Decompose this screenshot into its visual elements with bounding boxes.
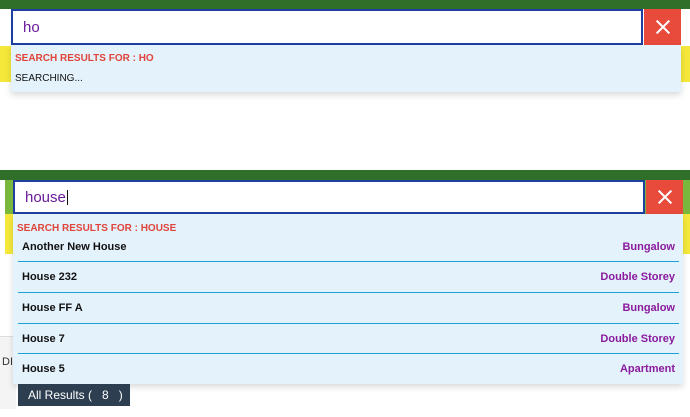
- result-name: House 5: [22, 363, 65, 375]
- all-results-button[interactable]: All Results ( 8 ): [18, 384, 130, 406]
- all-results-label: All Results (: [28, 388, 93, 402]
- list-item[interactable]: House FF A Bungalow: [18, 293, 679, 324]
- search-bar: house: [13, 180, 645, 214]
- result-name: Another New House: [22, 240, 127, 253]
- result-type: Bungalow: [622, 302, 675, 314]
- result-name: House 7: [22, 332, 65, 345]
- close-icon: [657, 189, 673, 205]
- close-icon: [655, 19, 671, 35]
- all-results-close: ): [118, 388, 123, 402]
- header-bar: [0, 0, 690, 9]
- result-name: House 232: [22, 271, 78, 283]
- accent-strip: [681, 46, 690, 82]
- list-item[interactable]: House 232 Double Storey: [18, 262, 679, 293]
- result-type: Double Storey: [600, 332, 675, 345]
- search-input[interactable]: [13, 11, 641, 43]
- background-text: DI: [2, 356, 13, 368]
- list-item[interactable]: Another New House Bungalow: [18, 232, 679, 262]
- accent-strip: [683, 214, 690, 254]
- close-search-button[interactable]: [646, 180, 683, 214]
- result-name: House FF A: [22, 302, 83, 314]
- header-bar: [0, 170, 690, 180]
- list-item[interactable]: House 5 Apartment: [18, 354, 679, 384]
- result-type: Bungalow: [622, 240, 675, 253]
- result-type: Apartment: [619, 363, 675, 375]
- list-item[interactable]: House 7 Double Storey: [18, 324, 679, 354]
- results-heading: SEARCH RESULTS FOR : HO: [15, 53, 154, 64]
- search-bar: [11, 9, 643, 45]
- search-input[interactable]: house: [25, 189, 66, 206]
- text-cursor: [66, 189, 68, 205]
- searching-status: SEARCHING...: [15, 73, 83, 84]
- results-count: 8: [102, 388, 109, 402]
- result-type: Double Storey: [600, 271, 675, 283]
- search-dropdown: SEARCH RESULTS FOR : HO SEARCHING...: [11, 45, 681, 92]
- close-search-button[interactable]: [644, 9, 681, 45]
